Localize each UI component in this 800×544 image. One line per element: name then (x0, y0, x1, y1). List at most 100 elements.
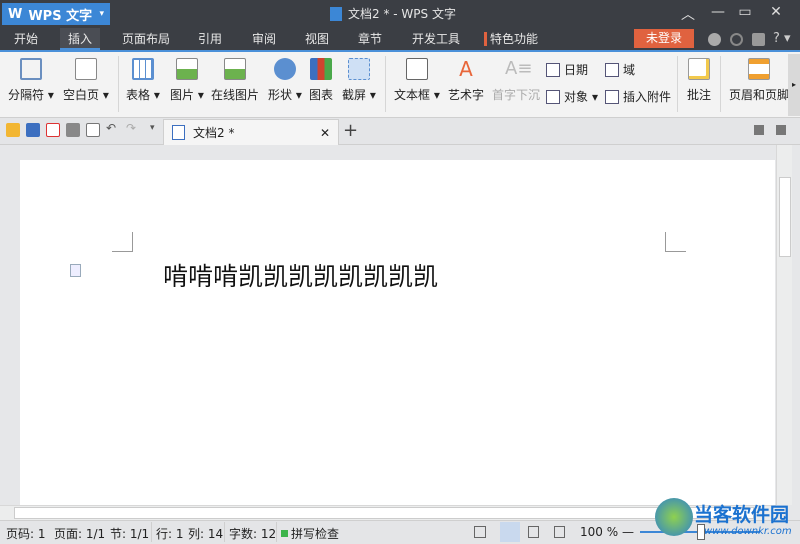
label: 域 (623, 63, 636, 77)
shapes-button[interactable]: 形状 ▾ (268, 58, 302, 103)
comment-button[interactable]: 批注 (687, 58, 711, 103)
login-button[interactable]: 未登录 (634, 29, 694, 48)
scroll-thumb[interactable] (14, 507, 754, 519)
document-tab[interactable]: 文档2 * ✕ (163, 119, 339, 145)
export-pdf-icon[interactable] (46, 123, 60, 137)
online-picture-icon (224, 58, 246, 80)
chevron-down-icon: ▾ (99, 9, 104, 19)
app-menu-button[interactable]: W WPS 文字 ▾ (2, 3, 110, 25)
date-button[interactable]: 日期 (546, 61, 588, 78)
blank-page-icon (74, 58, 97, 80)
divider (151, 522, 152, 542)
label: 文本框 (394, 88, 431, 102)
margin-corner-mark (665, 232, 686, 252)
new-tab-button[interactable]: + (343, 120, 358, 141)
label: 页眉和页脚 (729, 88, 789, 102)
document-text[interactable]: 啃啃啃凯凯凯凯凯凯凯凯 (163, 257, 438, 293)
label: 插入附件 (623, 90, 672, 104)
insert-attachment-button[interactable]: 插入附件 (605, 88, 671, 105)
tab-options-icon[interactable] (776, 125, 786, 135)
divider (677, 56, 678, 112)
tab-view[interactable]: 视图 (297, 28, 337, 50)
label: 在线图片 (211, 88, 260, 102)
divider (276, 522, 277, 542)
save-icon[interactable] (26, 123, 40, 137)
minimize-button[interactable]: — (706, 4, 730, 20)
picture-button[interactable]: 图片 ▾ (170, 58, 204, 103)
label: 表格 (126, 88, 151, 102)
document-page[interactable] (20, 160, 775, 505)
online-picture-button[interactable]: 在线图片 (211, 58, 259, 103)
spell-check-status-icon (281, 530, 288, 537)
help-button[interactable]: ? ▾ (773, 31, 791, 46)
label: 图片 (170, 88, 195, 102)
tab-start[interactable]: 开始 (6, 28, 46, 50)
close-tab-icon[interactable]: ✕ (320, 126, 330, 140)
drop-cap-button[interactable]: A≡ 首字下沉 (492, 58, 540, 103)
divider (385, 56, 386, 112)
zoom-level: 100 % (580, 525, 619, 539)
text-box-button[interactable]: 文本框 ▾ (394, 58, 440, 103)
text-box-icon (405, 58, 428, 80)
object-button[interactable]: 对象 ▾ (546, 88, 598, 105)
label: 分隔符 (8, 88, 45, 102)
divider (118, 56, 119, 112)
scroll-thumb[interactable] (779, 177, 791, 257)
tab-chapter[interactable]: 章节 (350, 28, 390, 50)
section-break-icon (19, 58, 42, 80)
quick-access-toolbar (0, 118, 800, 145)
label: 截屏 (342, 88, 367, 102)
tab-references[interactable]: 引用 (190, 28, 230, 50)
blank-page-button[interactable]: 空白页 ▾ (63, 58, 109, 103)
tab-features[interactable]: 特色功能 (484, 32, 546, 46)
fullscreen-view-icon[interactable] (474, 526, 486, 538)
word-doc-icon (172, 125, 185, 140)
word-art-button[interactable]: A 艺术字 (448, 58, 484, 103)
print-preview-icon[interactable] (86, 123, 100, 137)
shirt-icon[interactable] (752, 33, 765, 46)
section-count: 节: 1/1 (110, 527, 150, 541)
paragraph-marker-icon[interactable] (70, 264, 81, 277)
vertical-scrollbar[interactable] (776, 145, 793, 505)
label: 拼写检查 (291, 527, 340, 541)
table-button[interactable]: 表格 ▾ (126, 58, 160, 103)
label: 图表 (309, 88, 334, 102)
redo-icon[interactable]: ↷ (126, 121, 136, 135)
chart-button[interactable]: 图表 (309, 58, 333, 103)
open-icon[interactable] (6, 123, 20, 137)
close-button[interactable]: ✕ (764, 4, 788, 20)
document-icon (330, 6, 342, 21)
ribbon-scroll-right[interactable]: ▸ (788, 54, 800, 116)
window-title-text: 文档2 * - WPS 文字 (348, 7, 456, 21)
field-button[interactable]: 域 (605, 61, 635, 78)
outline-view-icon[interactable] (528, 526, 539, 538)
screenshot-button[interactable]: 截屏 ▾ (342, 58, 376, 103)
undo-icon[interactable]: ↶ (106, 121, 116, 135)
tab-insert[interactable]: 插入 (60, 28, 101, 50)
table-icon (131, 58, 154, 80)
section-break-button[interactable]: 分隔符 ▾ (8, 58, 54, 103)
customize-toolbar-icon[interactable]: ▾ (150, 123, 155, 133)
label: 空白页 (63, 88, 100, 102)
web-view-icon[interactable] (554, 526, 565, 538)
page-view-icon[interactable] (500, 522, 520, 542)
label: 首字下沉 (492, 88, 541, 102)
spell-check-button[interactable]: 拼写检查 (281, 525, 339, 542)
tab-list-icon[interactable] (754, 125, 764, 135)
divider (720, 56, 721, 112)
header-footer-button[interactable]: 页眉和页脚 (729, 58, 789, 103)
tab-developer[interactable]: 开发工具 (404, 28, 468, 50)
header-footer-icon (748, 58, 770, 80)
zoom-out-button[interactable]: — (622, 525, 634, 539)
maximize-button[interactable]: ▭ (733, 4, 757, 20)
sync-icon[interactable] (730, 33, 743, 46)
row-number: 行: 1 (156, 527, 184, 541)
collapse-ribbon-icon[interactable]: ︿ (676, 4, 700, 24)
print-icon[interactable] (66, 123, 80, 137)
side-panel-edge (792, 145, 800, 505)
drop-cap-icon: A≡ (505, 58, 533, 79)
label: 对象 (564, 90, 589, 104)
tab-page-layout[interactable]: 页面布局 (114, 28, 178, 50)
tab-review[interactable]: 审阅 (244, 28, 284, 50)
skin-icon[interactable] (708, 33, 721, 46)
